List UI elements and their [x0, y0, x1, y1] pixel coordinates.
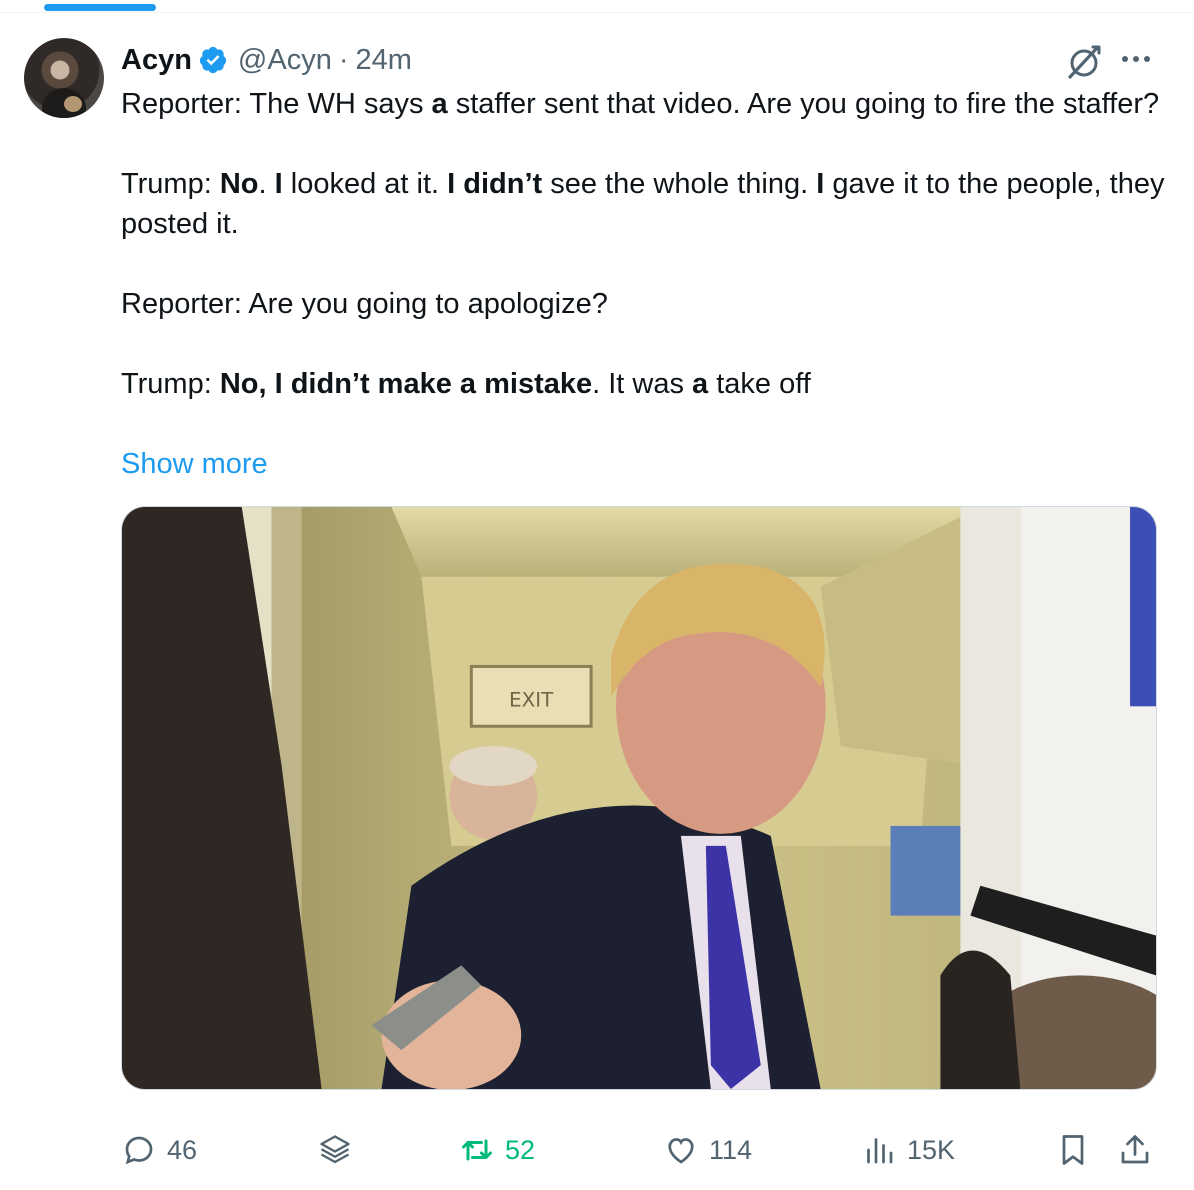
share-button[interactable] — [1117, 1122, 1153, 1178]
text-paragraph-1: Reporter: The WH says a staffer sent tha… — [121, 88, 1160, 120]
retweet-icon — [462, 1139, 492, 1161]
retweet-count: 52 — [505, 1134, 536, 1165]
divider — [0, 12, 1194, 13]
layers-button[interactable] — [317, 1122, 353, 1178]
tweet-text: Reporter: The WH says a staffer sent tha… — [121, 84, 1171, 404]
views-button[interactable]: 15K — [861, 1122, 955, 1178]
bookmark-button[interactable] — [1055, 1122, 1091, 1178]
text-paragraph-3: Reporter: Are you going to apologize? — [121, 288, 608, 320]
tab-indicator — [44, 4, 156, 11]
show-more-link[interactable]: Show more — [121, 444, 268, 484]
separator-dot: · — [338, 43, 349, 76]
author-name[interactable]: Acyn — [121, 44, 192, 77]
reply-icon — [125, 1136, 153, 1165]
like-button[interactable]: 114 — [663, 1122, 752, 1178]
bookmark-icon — [1062, 1135, 1084, 1165]
like-icon — [668, 1138, 694, 1164]
text-paragraph-4: Trump: No, I didn’t make a mistake. It w… — [121, 368, 811, 400]
author-handle[interactable]: @Acyn — [238, 44, 332, 77]
action-bar: 46 52 114 15K — [121, 1122, 1161, 1178]
video-frame: EXIT — [122, 507, 1156, 1089]
share-icon — [1121, 1135, 1149, 1164]
retweet-button[interactable]: 52 — [459, 1122, 535, 1178]
exit-sign-text: EXIT — [509, 687, 554, 711]
timestamp[interactable]: 24m — [356, 44, 412, 77]
reply-count: 46 — [167, 1134, 198, 1165]
views-count: 15K — [907, 1134, 956, 1165]
more-icon[interactable] — [1116, 44, 1156, 74]
tweet-header: Acyn @Acyn · 24m — [121, 40, 412, 80]
reply-button[interactable]: 46 — [121, 1122, 197, 1178]
like-count: 114 — [709, 1134, 753, 1165]
grok-icon[interactable] — [1064, 42, 1104, 82]
verified-badge-icon — [199, 46, 227, 74]
views-icon — [867, 1138, 893, 1164]
text-paragraph-2: Trump: No. I looked at it. I didn’t see … — [121, 168, 1165, 240]
avatar[interactable] — [24, 38, 104, 118]
tweet-media-video[interactable]: EXIT — [121, 506, 1157, 1090]
layers-icon — [320, 1135, 350, 1164]
